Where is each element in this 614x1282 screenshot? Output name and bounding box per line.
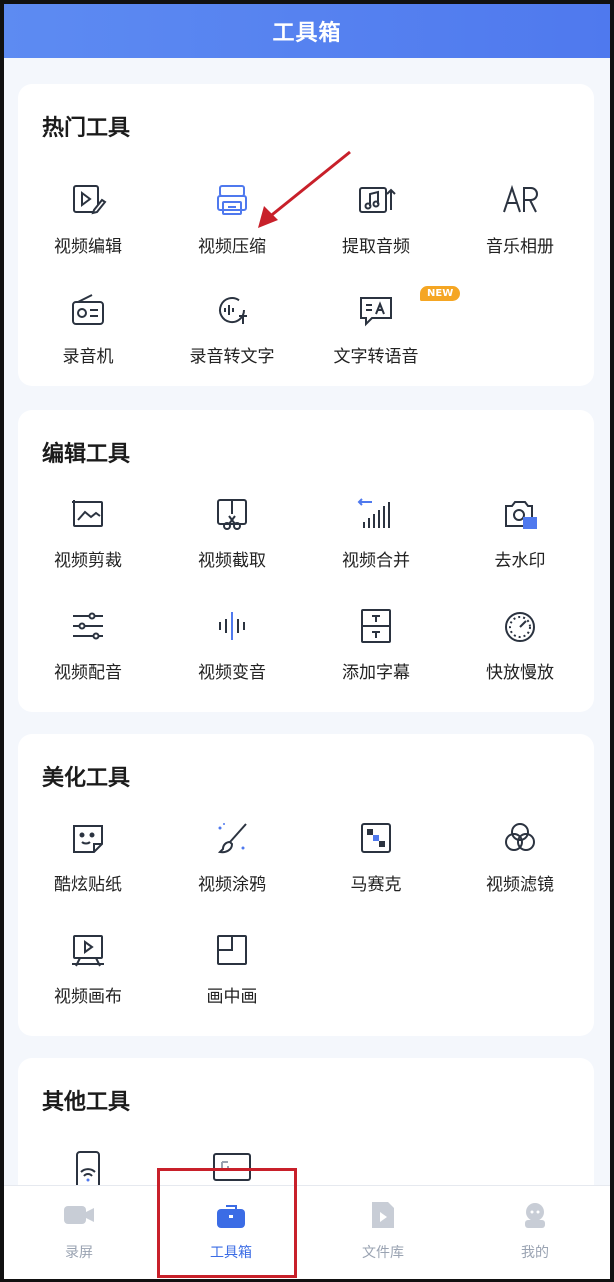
file-library-icon bbox=[366, 1200, 400, 1230]
merge-icon bbox=[356, 494, 396, 534]
tool-voice-change[interactable]: 视频变音 bbox=[162, 606, 302, 692]
toolbox-icon bbox=[214, 1200, 248, 1230]
section-beauty-tools: 美化工具 酷炫贴纸 视频涂鸦 马赛克 视频滤镜 视频画布 画中画 bbox=[18, 734, 594, 1036]
mosaic-icon bbox=[356, 818, 396, 858]
extract-audio-icon bbox=[356, 180, 396, 220]
section-title: 美化工具 bbox=[42, 766, 131, 791]
voice-to-text-icon bbox=[212, 290, 252, 330]
section-edit-tools: 编辑工具 视频剪裁 视频截取 视频合并 去水印 视频配音 视频变音 添加字幕 快… bbox=[18, 410, 594, 712]
tool-pip[interactable]: 画中画 bbox=[162, 930, 302, 1016]
music-album-icon bbox=[500, 180, 540, 220]
tool-label: 录音转文字 bbox=[189, 347, 275, 367]
video-compress-icon bbox=[212, 180, 252, 220]
tool-gif[interactable] bbox=[162, 1150, 302, 1185]
tool-label: 录音机 bbox=[62, 347, 114, 367]
tool-sticker[interactable]: 酷炫贴纸 bbox=[18, 818, 158, 904]
tab-label: 我的 bbox=[521, 1245, 549, 1261]
remove-watermark-icon bbox=[500, 494, 540, 534]
tool-extract-audio[interactable]: 提取音频 bbox=[306, 180, 446, 266]
tool-label: 提取音频 bbox=[342, 237, 410, 257]
canvas-icon bbox=[68, 930, 108, 970]
tool-list[interactable]: 热门工具 视频编辑 视频压缩 提取音频 音乐相册 录音机 录音转文字 文字转语音… bbox=[4, 58, 610, 1185]
tab-profile[interactable]: 我的 bbox=[460, 1186, 610, 1279]
bottom-tab-bar: 录屏 工具箱 文件库 我的 bbox=[4, 1185, 610, 1279]
tool-label: 视频涂鸦 bbox=[198, 875, 266, 895]
tool-label: 视频变音 bbox=[198, 663, 266, 683]
dubbing-icon bbox=[68, 606, 108, 646]
text-to-speech-icon bbox=[356, 290, 396, 330]
video-edit-icon bbox=[68, 180, 108, 220]
tool-label: 音乐相册 bbox=[486, 237, 554, 257]
section-title: 编辑工具 bbox=[42, 442, 131, 467]
section-title: 热门工具 bbox=[42, 116, 131, 141]
voice-change-icon bbox=[212, 606, 252, 646]
speed-icon bbox=[500, 606, 540, 646]
pip-icon bbox=[212, 930, 252, 970]
sticker-icon bbox=[68, 818, 108, 858]
section-other-tools: 其他工具 bbox=[18, 1058, 594, 1185]
tool-filter[interactable]: 视频滤镜 bbox=[450, 818, 590, 904]
section-hot-tools: 热门工具 视频编辑 视频压缩 提取音频 音乐相册 录音机 录音转文字 文字转语音… bbox=[18, 84, 594, 386]
tool-video-edit[interactable]: 视频编辑 bbox=[18, 180, 158, 266]
tool-label: 视频滤镜 bbox=[486, 875, 554, 895]
filter-icon bbox=[500, 818, 540, 858]
radio-recorder-icon bbox=[68, 290, 108, 330]
tool-subtitle[interactable]: 添加字幕 bbox=[306, 606, 446, 692]
profile-icon bbox=[518, 1200, 552, 1230]
video-camera-icon bbox=[62, 1200, 96, 1230]
tool-merge[interactable]: 视频合并 bbox=[306, 494, 446, 580]
tool-music-album[interactable]: 音乐相册 bbox=[450, 180, 590, 266]
tool-label: 添加字幕 bbox=[342, 663, 410, 683]
tool-remove-watermark[interactable]: 去水印 bbox=[450, 494, 590, 580]
tool-clip[interactable]: 视频截取 bbox=[162, 494, 302, 580]
tool-speed[interactable]: 快放慢放 bbox=[450, 606, 590, 692]
tool-text-to-speech[interactable]: 文字转语音 bbox=[306, 290, 446, 376]
tool-mosaic[interactable]: 马赛克 bbox=[306, 818, 446, 904]
tool-label: 视频画布 bbox=[54, 987, 122, 1007]
tool-wifi-transfer[interactable] bbox=[18, 1150, 158, 1185]
clip-icon bbox=[212, 494, 252, 534]
tool-label: 马赛克 bbox=[350, 875, 402, 895]
new-badge: NEW bbox=[420, 286, 461, 301]
tool-brush[interactable]: 视频涂鸦 bbox=[162, 818, 302, 904]
section-title: 其他工具 bbox=[42, 1090, 131, 1115]
tab-label: 工具箱 bbox=[210, 1245, 252, 1261]
crop-icon bbox=[68, 494, 108, 534]
page-title: 工具箱 bbox=[272, 21, 342, 46]
tool-label: 文字转语音 bbox=[333, 347, 419, 367]
tool-label: 去水印 bbox=[494, 551, 546, 571]
tab-label: 录屏 bbox=[65, 1245, 93, 1261]
tool-video-compress[interactable]: 视频压缩 bbox=[162, 180, 302, 266]
brush-icon bbox=[212, 818, 252, 858]
tab-toolbox[interactable]: 工具箱 bbox=[156, 1186, 306, 1279]
tool-label: 视频配音 bbox=[54, 663, 122, 683]
tool-canvas[interactable]: 视频画布 bbox=[18, 930, 158, 1016]
tool-recorder[interactable]: 录音机 bbox=[18, 290, 158, 376]
tool-voice-to-text[interactable]: 录音转文字 bbox=[162, 290, 302, 376]
tool-label: 视频编辑 bbox=[54, 237, 122, 257]
tool-label: 视频剪裁 bbox=[54, 551, 122, 571]
tool-label: 视频压缩 bbox=[198, 237, 266, 257]
wifi-transfer-icon bbox=[68, 1150, 108, 1185]
subtitle-icon bbox=[356, 606, 396, 646]
tab-record[interactable]: 录屏 bbox=[4, 1186, 154, 1279]
top-bar: 工具箱 bbox=[4, 4, 610, 58]
tool-label: 画中画 bbox=[206, 987, 258, 1007]
gif-icon bbox=[212, 1150, 252, 1185]
tool-label: 酷炫贴纸 bbox=[54, 875, 122, 895]
tool-dubbing[interactable]: 视频配音 bbox=[18, 606, 158, 692]
tab-file-library[interactable]: 文件库 bbox=[308, 1186, 458, 1279]
tool-crop[interactable]: 视频剪裁 bbox=[18, 494, 158, 580]
tool-label: 快放慢放 bbox=[486, 663, 554, 683]
tab-label: 文件库 bbox=[362, 1245, 404, 1261]
tool-label: 视频合并 bbox=[342, 551, 410, 571]
tool-label: 视频截取 bbox=[198, 551, 266, 571]
